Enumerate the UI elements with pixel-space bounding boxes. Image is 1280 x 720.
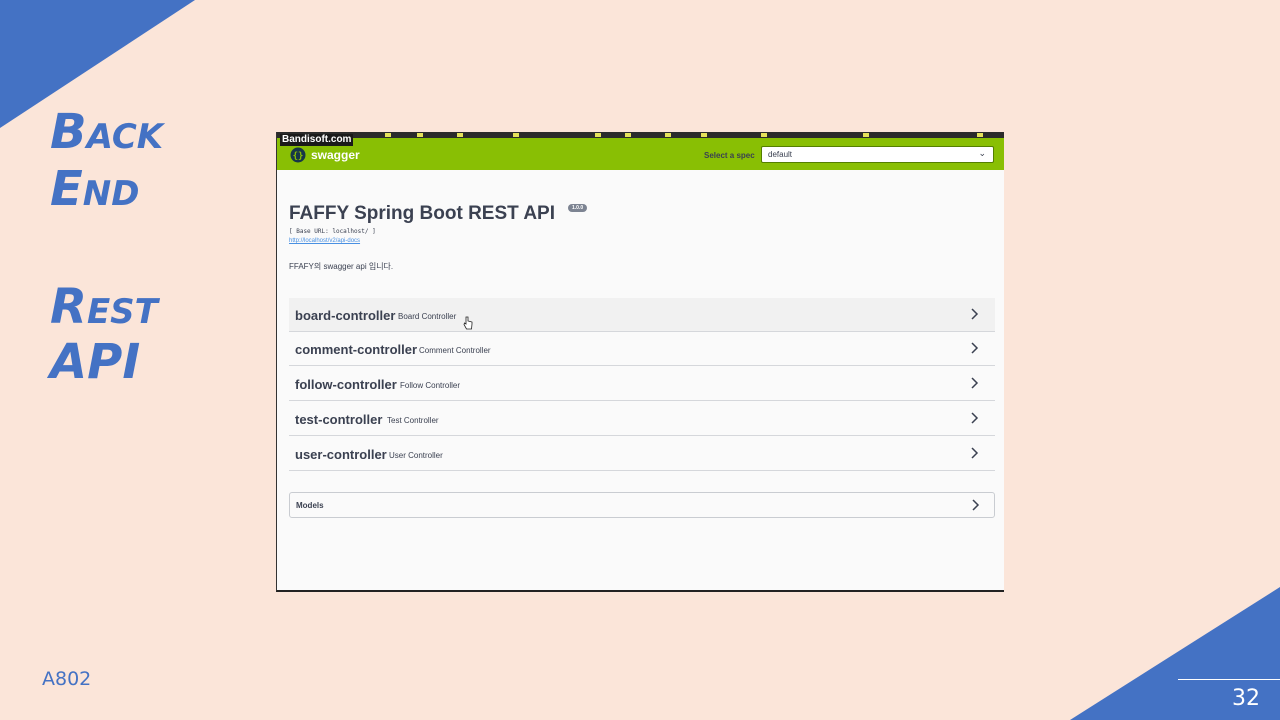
swagger-brand[interactable]: swagger <box>311 148 360 162</box>
spec-select-label: Select a spec <box>704 151 755 160</box>
tag-name: comment-controller <box>295 342 418 357</box>
chevron-right-icon <box>971 342 979 354</box>
tag-name: user-controller <box>295 447 387 462</box>
title-end: End <box>50 161 140 217</box>
chevron-right-icon <box>971 308 979 320</box>
tag-name: board-controller <box>295 308 396 323</box>
chevron-right-icon <box>971 447 979 459</box>
tag-user-controller[interactable]: user-controller User Controller <box>289 437 995 471</box>
tag-description: Follow Controller <box>400 381 461 390</box>
title-api: API <box>50 334 141 390</box>
spec-select-value: default <box>768 150 793 159</box>
api-title: FAFFY Spring Boot REST API <box>289 203 555 224</box>
page-number-divider <box>1178 679 1280 680</box>
spec-select[interactable]: default ⌄ <box>761 146 994 163</box>
footer-team-label: A802 <box>42 668 92 690</box>
version-badge: 1.0.0 <box>568 204 588 212</box>
chevron-right-icon <box>972 499 980 511</box>
svg-text:{}: {} <box>293 152 304 162</box>
models-label: Models <box>296 501 324 510</box>
hand-cursor-icon <box>463 316 473 330</box>
tag-description: Test Controller <box>387 416 439 425</box>
title-back: Back <box>50 104 164 160</box>
recorder-watermark: Bandisoft.com <box>280 134 354 146</box>
page-number: 32 <box>1232 686 1260 711</box>
tag-board-controller[interactable]: board-controller Board Controller <box>289 298 995 332</box>
models-section[interactable]: Models <box>289 492 995 518</box>
chevron-right-icon <box>971 412 979 424</box>
tag-name: follow-controller <box>295 377 397 392</box>
title-rest: Rest <box>50 279 158 335</box>
tag-follow-controller[interactable]: follow-controller Follow Controller <box>289 367 995 401</box>
tag-description: Board Controller <box>398 312 457 321</box>
tag-description: User Controller <box>389 451 443 460</box>
swagger-topbar: {} swagger Select a spec default ⌄ <box>277 138 1004 170</box>
swagger-logo-icon[interactable]: {} <box>290 147 306 163</box>
tag-name: test-controller <box>295 412 383 427</box>
chevron-right-icon <box>971 377 979 389</box>
tag-test-controller[interactable]: test-controller Test Controller <box>289 402 995 436</box>
swagger-screenshot: Bandisoft.com {} swagger Select a spec d… <box>276 132 1004 592</box>
api-docs-link[interactable]: http://localhost/v2/api-docs <box>289 238 360 244</box>
api-description: FFAFY의 swagger api 입니다. <box>289 262 394 271</box>
tag-description: Comment Controller <box>419 346 491 355</box>
base-url: [ Base URL: localhost/ ] <box>289 228 376 235</box>
chevron-down-icon: ⌄ <box>978 148 986 158</box>
tag-comment-controller[interactable]: comment-controller Comment Controller <box>289 332 995 366</box>
